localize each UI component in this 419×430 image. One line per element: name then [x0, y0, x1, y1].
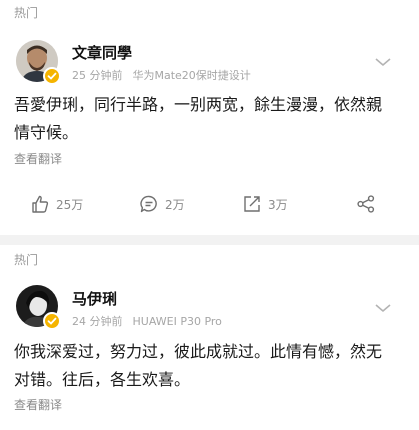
repost-icon — [244, 196, 260, 212]
comment-button[interactable]: 2万 — [139, 194, 185, 214]
translate-link[interactable]: 查看翻译 — [14, 150, 62, 167]
post-time: 25 分钟前 — [72, 69, 123, 82]
verified-badge-icon — [43, 312, 61, 330]
post-content-line: 对错。往后，各生欢喜。 — [14, 370, 191, 389]
like-button[interactable]: 25万 — [30, 194, 83, 214]
verified-badge-icon — [43, 67, 61, 85]
post-content: 吾愛伊琍，同行半路，一别两宽，餘生漫漫，依然親 情守候。 — [14, 91, 409, 147]
thumbs-up-icon — [32, 195, 49, 213]
like-count: 25万 — [56, 197, 84, 212]
post-content-line: 吾愛伊琍，同行半路，一别两宽，餘生漫漫，依然親 — [14, 95, 383, 114]
post-meta: 24 分钟前 HUAWEI P30 Pro — [72, 313, 232, 329]
post-device: HUAWEI P30 Pro — [132, 315, 222, 328]
section-label: 热门 — [14, 6, 39, 20]
translate-link[interactable]: 查看翻译 — [14, 396, 62, 413]
repost-button[interactable]: 3万 — [242, 194, 288, 214]
share-icon — [357, 195, 375, 213]
comment-icon — [140, 195, 157, 213]
section-divider — [0, 235, 419, 245]
post-device: 华为Mate20保时捷设计 — [132, 69, 251, 82]
chevron-down-icon[interactable] — [374, 302, 392, 314]
post-content-line: 你我深爱过，努力过，彼此成就过。此情有憾，然无 — [14, 342, 383, 361]
section-label: 热门 — [14, 253, 39, 267]
post-content-line: 情守候。 — [14, 123, 79, 142]
comment-count: 2万 — [165, 197, 185, 212]
chevron-down-icon[interactable] — [374, 56, 392, 68]
post-meta: 25 分钟前 华为Mate20保时捷设计 — [72, 67, 261, 83]
post-time: 24 分钟前 — [72, 315, 123, 328]
repost-count: 3万 — [268, 197, 288, 212]
post-content: 你我深爱过，努力过，彼此成就过。此情有憾，然无 对错。往后，各生欢喜。 — [14, 338, 409, 394]
username[interactable]: 马伊琍 — [72, 288, 117, 309]
share-button[interactable] — [356, 194, 376, 214]
username[interactable]: 文章同學 — [72, 42, 132, 63]
